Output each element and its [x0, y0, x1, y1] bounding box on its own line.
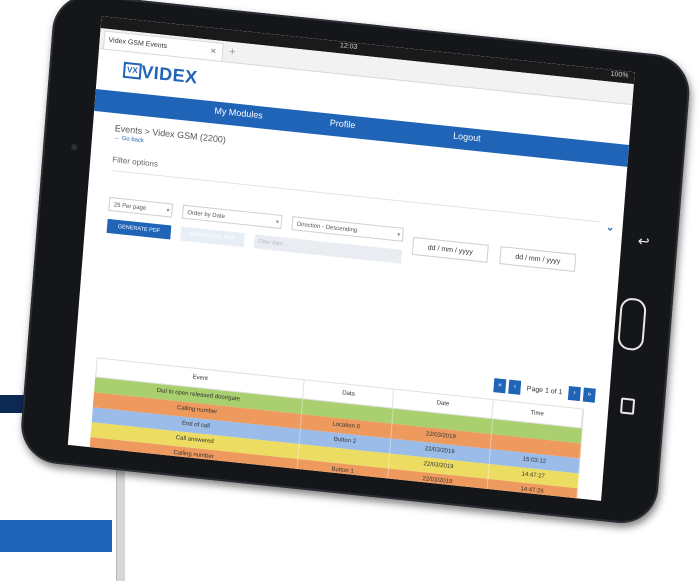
- first-page-button[interactable]: «: [493, 378, 507, 394]
- logo-icon: VX: [122, 61, 142, 80]
- nav-profile[interactable]: Profile: [330, 118, 356, 131]
- back-icon[interactable]: ↩: [637, 233, 650, 250]
- date-from-input[interactable]: dd / mm / yyyy: [411, 236, 489, 263]
- nav-logout[interactable]: Logout: [453, 131, 481, 144]
- table-cell-data: [295, 488, 387, 501]
- order-by-value: Order by Date: [187, 210, 226, 221]
- home-button[interactable]: [617, 296, 647, 352]
- tablet-screen: 12:03 100% Videx GSM Events × + VX VIDEX…: [67, 16, 635, 501]
- direction-select[interactable]: Direction - Descending ▾: [291, 216, 404, 242]
- chevron-down-icon[interactable]: ⌄: [606, 222, 615, 234]
- status-battery: 100%: [610, 70, 629, 80]
- tablet-wrapper: ↩ 12:03 100% Videx GSM Events × + VX VID…: [0, 0, 699, 581]
- order-by-select[interactable]: Order by Date ▾: [181, 204, 283, 230]
- camera-icon: [70, 143, 78, 151]
- logo-text: VIDEX: [140, 61, 199, 88]
- nav-my-modules[interactable]: My Modules: [214, 105, 263, 120]
- filter-options-label: Filter options: [111, 155, 159, 169]
- last-page-button[interactable]: »: [582, 387, 596, 403]
- page-label: Page 1 of 1: [526, 385, 563, 396]
- table-cell-date: [384, 498, 486, 501]
- prev-page-button[interactable]: ‹: [508, 379, 522, 395]
- date-to-input[interactable]: dd / mm / yyyy: [499, 246, 577, 272]
- tab-title: Videx GSM Events: [108, 37, 168, 51]
- generate-pdf-button[interactable]: GENERATE PDF: [106, 218, 172, 240]
- table-cell-data: Button 1: [296, 474, 388, 499]
- recent-apps-icon[interactable]: [619, 397, 636, 415]
- next-page-button[interactable]: ›: [567, 385, 581, 402]
- download-pdf-button[interactable]: DOWNLOAD PDF: [180, 226, 245, 248]
- table-cell-event: [86, 467, 297, 501]
- filter-panel: 25 Per page ▾ Order by Date ▾ Direction - …: [104, 196, 599, 318]
- close-icon[interactable]: ×: [210, 43, 217, 62]
- status-time: 12:03: [339, 42, 358, 52]
- per-page-select[interactable]: 25 Per page ▾: [108, 196, 174, 218]
- new-tab-button[interactable]: +: [229, 46, 236, 59]
- direction-value: Direction - Descending: [296, 221, 358, 235]
- tablet-device: ↩ 12:03 100% Videx GSM Events × + VX VID…: [18, 0, 693, 527]
- per-page-value: 25 Per page: [113, 202, 147, 212]
